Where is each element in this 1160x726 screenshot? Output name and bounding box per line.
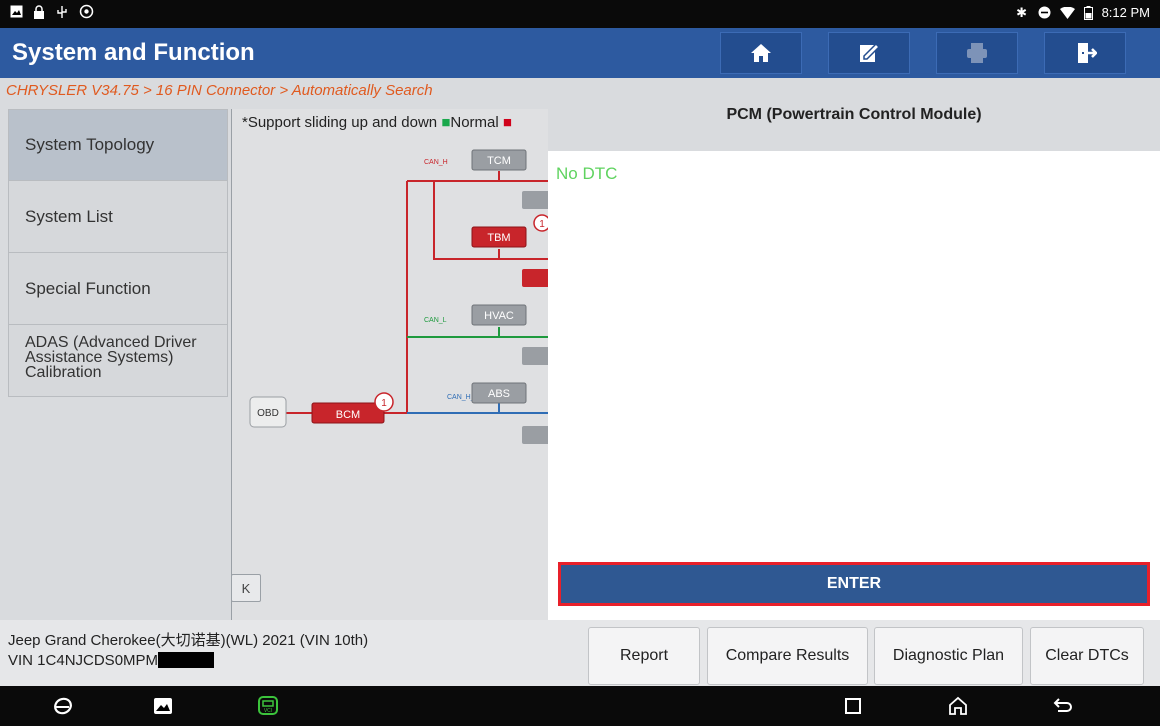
enter-button[interactable]: ENTER [558, 562, 1150, 606]
clock: 8:12 PM [1101, 5, 1150, 20]
module-title: PCM (Powertrain Control Module) [548, 78, 1160, 151]
footer-bar: Jeep Grand Cherokee(大切诺基)(WL) 2021 (VIN … [0, 620, 1160, 686]
can-h-label: CAN_H [424, 159, 448, 166]
battery-icon [1083, 5, 1093, 20]
status-bar: ✱ 8:12 PM [0, 0, 1160, 28]
module-node[interactable] [522, 191, 548, 209]
tbm-label: TBM [487, 232, 510, 244]
module-detail-panel: PCM (Powertrain Control Module) No DTC E… [548, 78, 1160, 620]
edit-icon [860, 42, 881, 62]
vehicle-vin-row: VIN 1C4NJCDS0MPM [8, 651, 368, 671]
bluetooth-icon: ✱ [1016, 4, 1028, 20]
topology-diagram[interactable]: *Support sliding up and down ■Normal ■ C… [231, 109, 548, 620]
diagnostic-plan-button[interactable]: Diagnostic Plan [874, 627, 1023, 685]
lock-notification-icon [34, 4, 44, 19]
tcm-label: TCM [487, 155, 511, 167]
recents-button[interactable] [840, 694, 866, 718]
module-node[interactable] [522, 347, 548, 365]
system-nav-bar: VCI [0, 686, 1160, 726]
hvac-label: HVAC [484, 310, 514, 322]
recents-icon [845, 698, 861, 714]
print-button[interactable] [936, 32, 1018, 74]
tbm-fault-count: 1 [539, 219, 545, 230]
app-header: System and Function [0, 28, 1160, 78]
clear-dtcs-button[interactable]: Clear DTCs [1030, 627, 1144, 685]
vci-icon: VCI [258, 696, 278, 715]
sidebar-item-label: System List [25, 206, 113, 226]
abs-label: ABS [488, 388, 510, 400]
report-button[interactable]: Report [588, 627, 700, 685]
sidebar: System Topology System List Special Func… [8, 109, 228, 397]
settings-cog-icon [79, 4, 94, 19]
usb-icon [57, 5, 67, 18]
vehicle-model: Jeep Grand Cherokee(大切诺基)(WL) 2021 (VIN … [8, 632, 369, 649]
bcm-fault-count: 1 [381, 398, 387, 409]
topology-graph: CAN_H CAN_L CAN_H_2 TCM TBM 1 HVAC ABS O… [249, 149, 548, 444]
sidebar-item-adas-calibration[interactable]: ADAS (Advanced Driver Assistance Systems… [8, 325, 228, 397]
edit-button[interactable] [828, 32, 910, 74]
collapse-icon: K [241, 580, 251, 596]
do-not-disturb-icon [1038, 6, 1051, 19]
sidebar-item-system-topology[interactable]: System Topology [8, 109, 228, 181]
dtc-status: No DTC [556, 164, 618, 183]
gallery-icon [154, 698, 172, 714]
vci-button[interactable]: VCI [255, 694, 281, 718]
print-icon [967, 43, 987, 63]
sidebar-item-label: Special Function [25, 278, 151, 298]
can-l-label: CAN_L [424, 317, 447, 324]
home-nav-button[interactable] [945, 694, 971, 718]
sidebar-item-label: System Topology [25, 135, 155, 154]
obd-label: OBD [257, 408, 279, 419]
back-button[interactable] [1050, 694, 1076, 718]
exit-button[interactable] [1044, 32, 1126, 74]
exit-icon [1078, 43, 1097, 63]
browser-button[interactable] [50, 694, 76, 718]
collapse-panel-button[interactable]: K [231, 574, 261, 602]
vehicle-vin: VIN 1C4NJCDS0MPM [8, 652, 159, 669]
module-node[interactable] [522, 269, 548, 287]
home-nav-icon [949, 696, 967, 715]
left-area: CHRYSLER V34.75 > 16 PIN Connector > Aut… [0, 78, 548, 620]
home-icon [751, 44, 771, 62]
vin-redaction [158, 652, 215, 668]
vehicle-info: Jeep Grand Cherokee(大切诺基)(WL) 2021 (VIN … [8, 631, 368, 671]
breadcrumb: CHRYSLER V34.75 > 16 PIN Connector > Aut… [6, 82, 433, 99]
page-title: System and Function [12, 39, 255, 66]
module-node[interactable] [522, 426, 548, 444]
bcm-label: BCM [336, 409, 360, 421]
back-icon [1053, 698, 1072, 712]
browser-icon [54, 697, 72, 715]
gallery-button[interactable] [150, 694, 176, 718]
home-button[interactable] [720, 32, 802, 74]
compare-results-button[interactable]: Compare Results [707, 627, 868, 685]
sidebar-item-special-function[interactable]: Special Function [8, 253, 228, 325]
sidebar-item-label: ADAS (Advanced Driver Assistance Systems… [25, 334, 197, 381]
wifi-icon [1059, 6, 1075, 19]
svg-text:VCI: VCI [264, 708, 272, 714]
sidebar-item-system-list[interactable]: System List [8, 181, 228, 253]
image-notification-icon [10, 5, 23, 18]
